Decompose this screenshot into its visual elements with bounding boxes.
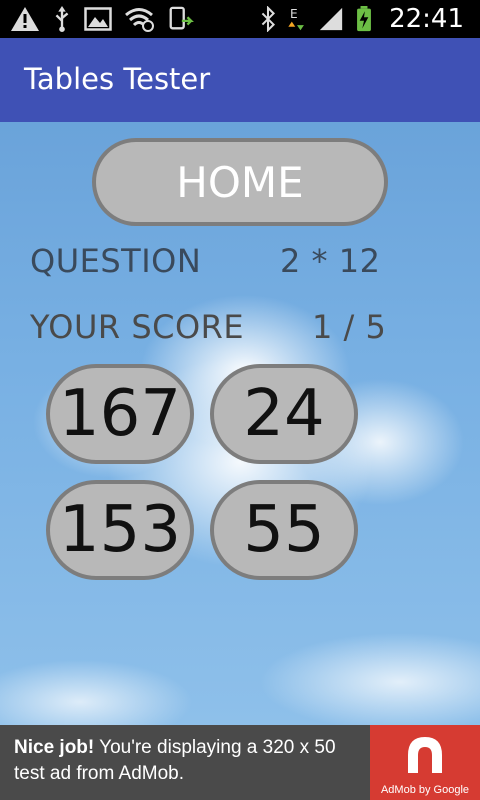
ad-banner[interactable]: Nice job! You're displaying a 320 x 50 t… bbox=[0, 725, 480, 800]
app-title: Tables Tester bbox=[24, 62, 211, 96]
content-area: HOME QUESTION 2 * 12 YOUR SCORE 1 / 5 16… bbox=[0, 122, 480, 725]
admob-logo[interactable]: AdMob by Google bbox=[370, 725, 480, 800]
warning-icon bbox=[11, 7, 39, 31]
admob-caption: AdMob by Google bbox=[380, 784, 470, 796]
image-icon bbox=[84, 7, 112, 31]
ad-bold-text: Nice job! bbox=[14, 737, 95, 758]
admob-icon bbox=[408, 737, 442, 773]
answer-button-1[interactable]: 167 bbox=[46, 364, 194, 464]
status-bar: E 22:41 bbox=[0, 0, 480, 38]
answer-button-3[interactable]: 153 bbox=[46, 480, 194, 580]
score-label: YOUR SCORE bbox=[30, 308, 245, 346]
network-e-icon: E bbox=[288, 7, 304, 31]
signal-icon bbox=[319, 7, 343, 31]
svg-text:E: E bbox=[290, 7, 298, 21]
status-time: 22:41 bbox=[389, 4, 464, 34]
score-value: 1 / 5 bbox=[312, 308, 387, 346]
app-bar: Tables Tester bbox=[0, 38, 480, 122]
home-button[interactable]: HOME bbox=[92, 138, 388, 226]
answer-button-4[interactable]: 55 bbox=[210, 480, 358, 580]
ad-text: Nice job! You're displaying a 320 x 50 t… bbox=[14, 735, 364, 787]
question-label: QUESTION bbox=[30, 242, 202, 280]
sync-icon bbox=[169, 6, 194, 30]
answer-button-2[interactable]: 24 bbox=[210, 364, 358, 464]
usb-icon bbox=[55, 6, 69, 32]
bluetooth-icon bbox=[261, 6, 276, 32]
wifi-icon bbox=[125, 8, 154, 32]
battery-charging-icon bbox=[357, 6, 371, 32]
question-value: 2 * 12 bbox=[280, 242, 381, 280]
